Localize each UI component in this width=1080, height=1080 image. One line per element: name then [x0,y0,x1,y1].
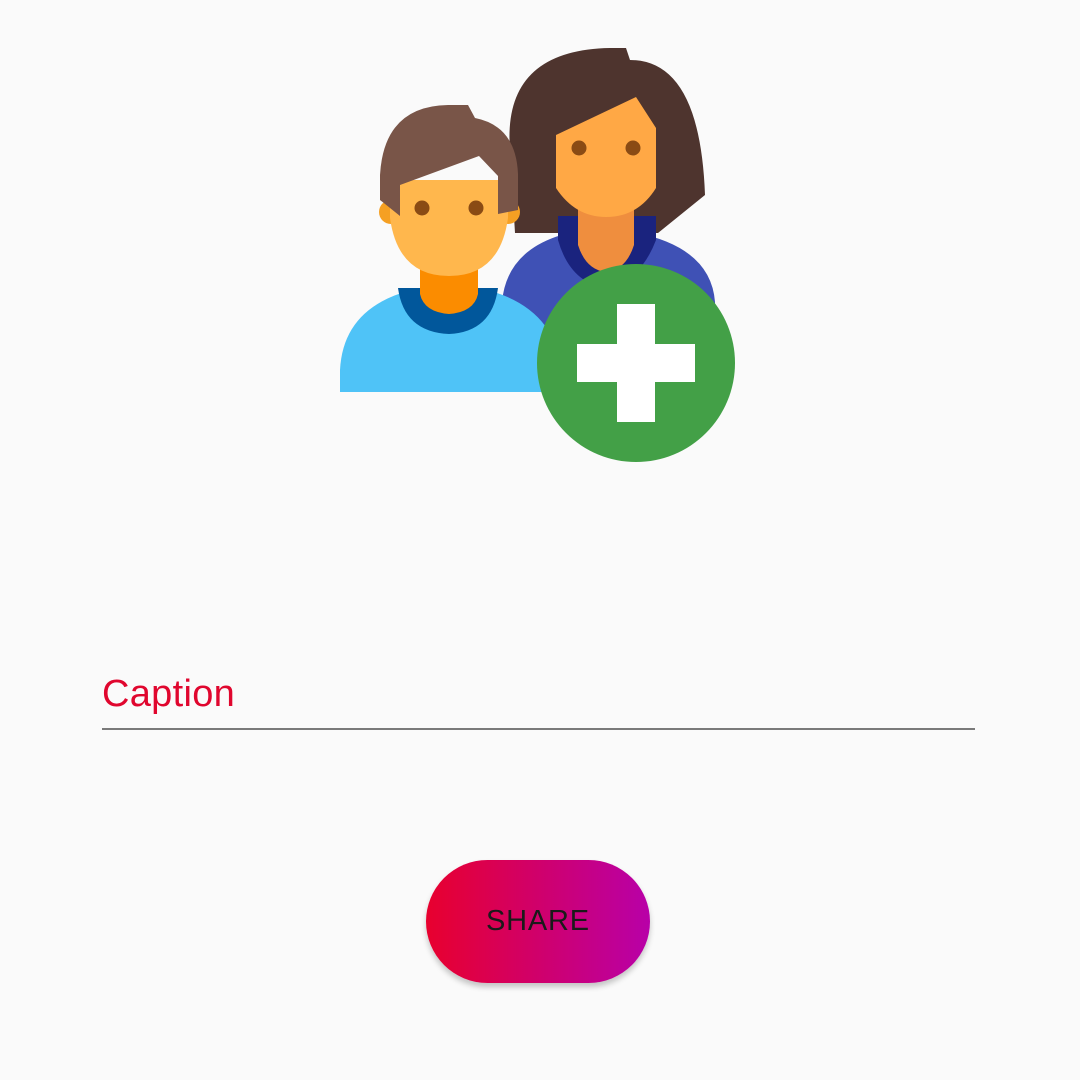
share-button-label: SHARE [486,905,590,937]
share-button[interactable]: SHARE [426,860,650,983]
man-eye-left [414,200,430,216]
add-group-illustration [340,48,735,462]
woman-eye-left [571,140,587,156]
share-screen: Caption SHARE [0,0,1080,1080]
man-face [390,180,508,276]
woman-eye-right [625,140,641,156]
caption-field[interactable]: Caption [102,664,979,730]
add-group-icon [330,40,750,470]
plus-horizontal [577,344,695,382]
man-eye-right [468,200,484,216]
caption-input[interactable] [102,674,979,724]
